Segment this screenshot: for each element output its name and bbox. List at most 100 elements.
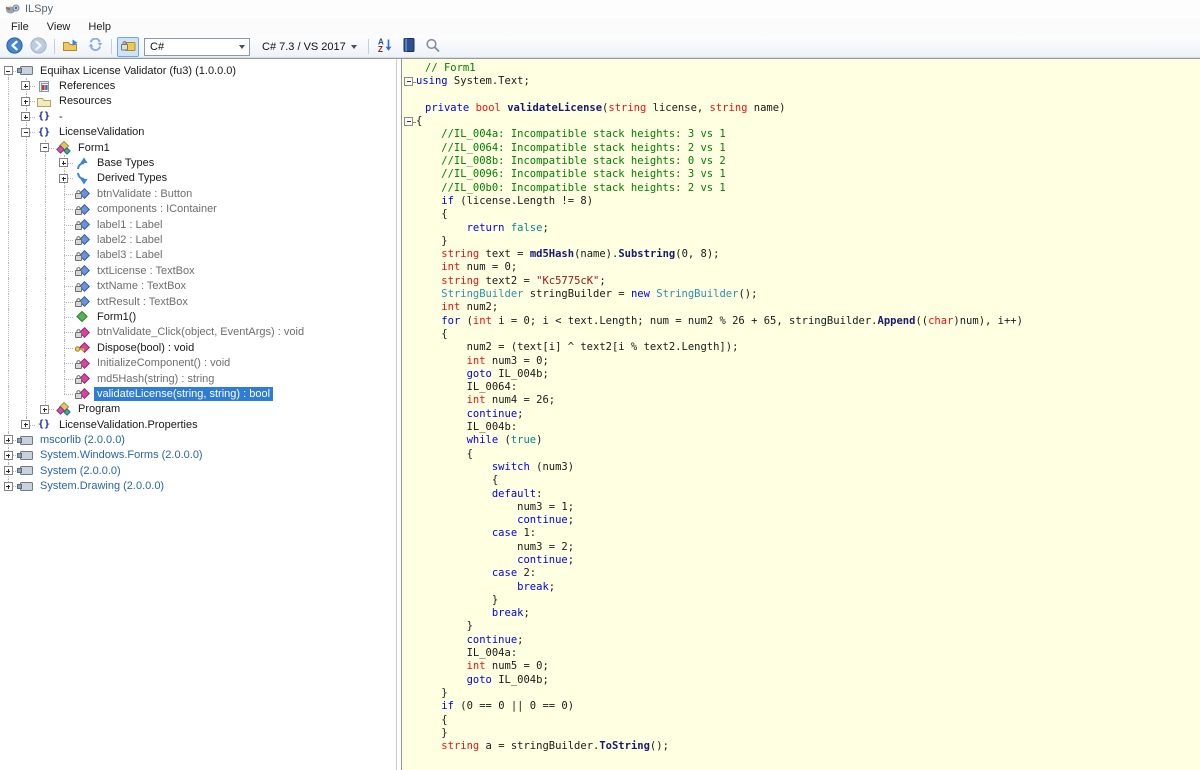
code-line: } <box>416 620 1200 633</box>
tree-indent <box>35 325 54 340</box>
tree-item-btnvalidate-button[interactable]: btnValidate : Button <box>0 186 396 201</box>
expand-icon[interactable] <box>21 81 30 90</box>
tree-item-btnvalidate-click-object-eventar[interactable]: btnValidate_Click(object, EventArgs) : v… <box>0 325 396 340</box>
tree-item-resources[interactable]: Resources <box>0 94 396 109</box>
tree-indent <box>35 171 54 186</box>
book-icon <box>402 37 416 56</box>
tree-item-dispose-bool-void[interactable]: Dispose(bool) : void <box>0 340 396 355</box>
tree-indent <box>16 386 35 401</box>
tree-indent <box>16 402 35 417</box>
code-line: case 2: <box>416 567 1200 580</box>
references-icon <box>35 80 53 93</box>
tree-item-system-drawing-2-0-0-0[interactable]: System.Drawing (2.0.0.0) <box>0 479 396 494</box>
tree-indent <box>0 232 16 247</box>
tree-connector <box>16 417 35 432</box>
assembly-tree[interactable]: Equihax License Validator (fu3) (1.0.0.0… <box>0 59 397 770</box>
tree-indent <box>0 402 16 417</box>
code-line: //IL_0064: Incompatible stack heights: 2… <box>416 142 1200 155</box>
menu-help[interactable]: Help <box>79 19 120 35</box>
tree-item-label1-label[interactable]: label1 : Label <box>0 217 396 232</box>
open-from-gac-toggle[interactable] <box>117 37 139 57</box>
assembly-lists-button[interactable] <box>398 37 420 57</box>
menu-view[interactable]: View <box>38 19 80 35</box>
tree-indent <box>35 278 54 293</box>
tree-connector <box>35 140 54 155</box>
ilspy-window: ILSpy File View Help C# C# 7.3 / VS 2017 <box>0 0 1200 770</box>
expand-icon[interactable] <box>21 97 30 106</box>
tree-item-form1[interactable]: Form1 <box>0 140 396 155</box>
search-button[interactable] <box>422 37 444 57</box>
tree-item-licensevalidation[interactable]: {}LicenseValidation <box>0 125 396 140</box>
sort-assemblies-button[interactable]: AZ <box>374 37 396 57</box>
code-line: int num3 = 0; <box>416 355 1200 368</box>
tree-connector <box>54 202 73 217</box>
reload-button[interactable] <box>84 37 106 57</box>
tree-item-label2-label[interactable]: label2 : Label <box>0 232 396 247</box>
toolbar-separator <box>111 39 112 54</box>
tree-item-system-2-0-0-0[interactable]: System (2.0.0.0) <box>0 463 396 478</box>
tree-item-system-windows-forms-2-0-0-0[interactable]: System.Windows.Forms (2.0.0.0) <box>0 448 396 463</box>
expand-icon[interactable] <box>40 405 49 414</box>
expand-icon[interactable] <box>4 451 13 460</box>
tree-item-initializecomponent-void[interactable]: InitializeComponent() : void <box>0 355 396 370</box>
expand-icon[interactable] <box>4 435 13 444</box>
expand-icon[interactable] <box>4 466 13 475</box>
method-private-icon <box>73 326 91 339</box>
tree-connector <box>54 294 73 309</box>
tree-connector <box>54 355 73 370</box>
tree-item-label: System.Drawing (2.0.0.0) <box>37 479 167 493</box>
tree-item-base-types[interactable]: Base Types <box>0 155 396 170</box>
fold-collapse-icon[interactable] <box>404 117 413 126</box>
code-view[interactable]: // Form1using System.Text;private bool v… <box>401 59 1200 770</box>
tree-item-txtresult-textbox[interactable]: txtResult : TextBox <box>0 294 396 309</box>
forward-button[interactable] <box>27 37 49 57</box>
fold-collapse-icon[interactable] <box>404 77 413 86</box>
tree-item-equihax-license-validator-fu3-1-[interactable]: Equihax License Validator (fu3) (1.0.0.0… <box>0 63 396 78</box>
assembly-icon <box>16 434 34 447</box>
tree-item-md5hash-string-string[interactable]: md5Hash(string) : string <box>0 371 396 386</box>
collapse-icon[interactable] <box>40 143 49 152</box>
language-select[interactable]: C# <box>144 38 250 56</box>
tree-item-txtlicense-textbox[interactable]: txtLicense : TextBox <box>0 263 396 278</box>
toolbar-separator <box>368 39 369 54</box>
expand-icon[interactable] <box>21 112 30 121</box>
expand-icon[interactable] <box>21 420 30 429</box>
menu-file[interactable]: File <box>2 19 38 35</box>
method-private-icon <box>73 372 91 385</box>
tree-item-label: label2 : Label <box>94 233 165 247</box>
collapse-icon[interactable] <box>21 128 30 137</box>
assembly-icon <box>16 480 34 493</box>
tree-item-licensevalidation-properties[interactable]: {}LicenseValidation.Properties <box>0 417 396 432</box>
back-button[interactable] <box>3 37 25 57</box>
expand-icon[interactable] <box>59 174 68 183</box>
tree-item-components-icontainer[interactable]: components : IContainer <box>0 202 396 217</box>
tree-item-mscorlib-2-0-0-0[interactable]: mscorlib (2.0.0.0) <box>0 432 396 447</box>
language-select-value: C# <box>150 41 164 53</box>
tree-connector <box>16 78 35 93</box>
derived-types-icon <box>73 172 91 185</box>
tree-item-item[interactable]: {}- <box>0 109 396 124</box>
tree-item-validatelicense-string-string-bo[interactable]: validateLicense(string, string) : bool <box>0 386 396 401</box>
tree-item-label: mscorlib (2.0.0.0) <box>37 433 128 447</box>
tree-indent <box>0 371 16 386</box>
expand-icon[interactable] <box>59 158 68 167</box>
namespace-icon: {} <box>35 419 53 430</box>
tree-item-derived-types[interactable]: Derived Types <box>0 171 396 186</box>
tree-connector <box>54 278 73 293</box>
tree-item-form1[interactable]: Form1() <box>0 309 396 324</box>
tree-item-txtname-textbox[interactable]: txtName : TextBox <box>0 278 396 293</box>
expand-icon[interactable] <box>4 482 13 491</box>
tree-indent <box>0 263 16 278</box>
version-select[interactable]: C# 7.3 / VS 2017 <box>256 38 363 56</box>
code-line: StringBuilder stringBuilder = new String… <box>416 288 1200 301</box>
main-area: Equihax License Validator (fu3) (1.0.0.0… <box>0 58 1200 770</box>
window-title: ILSpy <box>25 3 53 15</box>
tree-item-program[interactable]: Program <box>0 402 396 417</box>
code-line: string text = md5Hash(name).Substring(0,… <box>416 248 1200 261</box>
tree-item-label3-label[interactable]: label3 : Label <box>0 248 396 263</box>
tree-item-label: Resources <box>56 94 115 108</box>
tree-item-references[interactable]: References <box>0 78 396 93</box>
open-file-button[interactable] <box>60 37 82 57</box>
collapse-icon[interactable] <box>4 66 13 75</box>
tree-item-label: txtName : TextBox <box>94 279 189 293</box>
